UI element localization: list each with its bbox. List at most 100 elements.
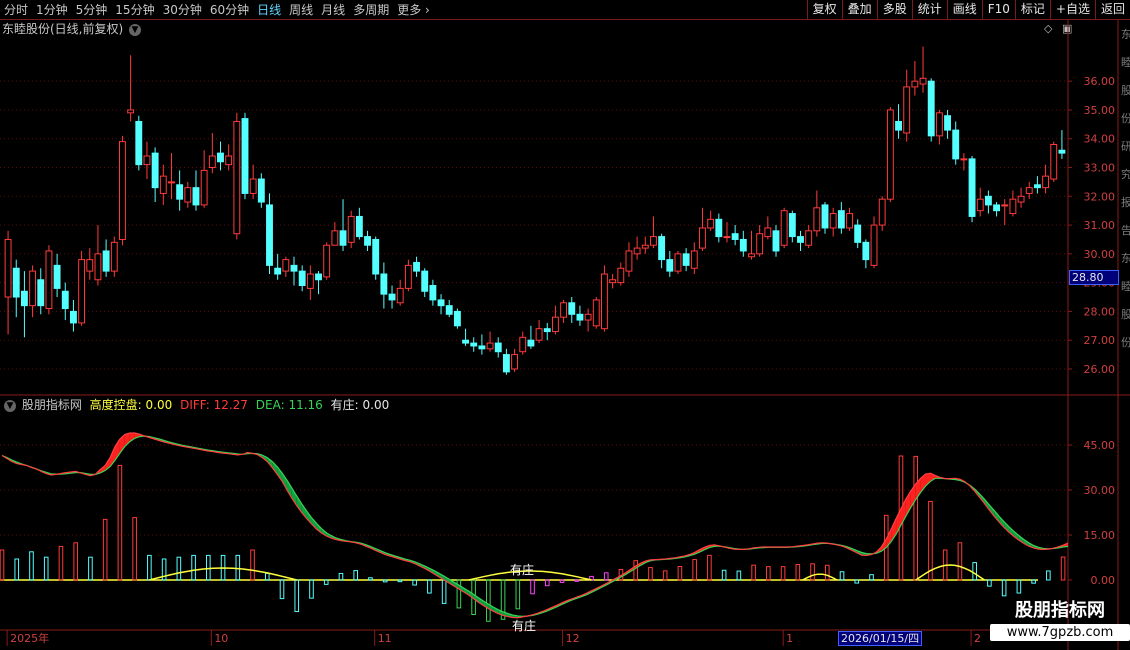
indicator-histogram-bar [147,554,152,581]
candle-up [200,169,208,206]
candle-down [388,293,396,301]
candle-up [650,236,657,246]
side-panel-text: 睦 [1121,56,1130,69]
candle-up [168,181,175,184]
indicator-histogram-bar [780,566,786,581]
indicator-histogram-bar [530,579,535,595]
indicator-histogram-bar [235,554,241,581]
indicator-histogram-bar [766,566,771,581]
candle-down [682,253,690,266]
candle-down [445,305,453,315]
candle-down [339,230,347,246]
candle-down [257,178,265,203]
indicator-histogram-bar [0,549,5,581]
indicator-histogram-bar [677,566,683,581]
candle-up [846,213,853,229]
candle-up [486,342,494,350]
stock-chart[interactable]: 26.0027.0028.0029.0030.0031.0032.0033.00… [0,0,1130,650]
candle-down [666,259,674,272]
candle-down [355,215,363,238]
side-panel-text: 股 [1121,308,1130,321]
youzhuang-annotation-lower: 有庄 [512,618,536,633]
indicator-histogram-bar [928,500,933,581]
candle-down [453,310,461,327]
side-panel-text: 研 [1121,140,1130,153]
candle-up [805,230,813,246]
indicator-histogram-bar [412,579,417,586]
candle-down [37,279,45,307]
indicator-histogram-bar [176,556,182,581]
candle-down [192,187,200,206]
candle-up [45,250,53,310]
candle-up [233,120,241,235]
candle-up [764,227,772,238]
youzhuang-annotation-upper: 有庄 [510,562,534,577]
candle-up [119,141,126,240]
candle-down [968,158,976,217]
candle-down [298,270,306,287]
candle-down [568,302,576,315]
indicator-histogram-bar [633,560,639,581]
candle-down [151,152,159,189]
candle-down [797,236,804,243]
date-label: 11 [378,632,392,645]
candle-down [413,261,420,272]
candle-down [576,313,584,321]
date-label: 12 [566,632,580,645]
candle-down [927,80,935,137]
candle-up [29,270,37,307]
candle-up [592,299,600,327]
candle-up [903,86,911,134]
candle-up [225,155,233,166]
candle-up [404,264,412,289]
indicator-histogram-bar [132,517,137,581]
candle-up [1025,187,1033,194]
candle-up [1050,143,1058,180]
candle-up [584,313,592,321]
candle-down [290,264,298,272]
side-panel-text: 东 [1121,28,1130,41]
candle-down [895,120,902,131]
indicator-histogram-bar [117,464,123,581]
indicator-histogram-bar [338,572,344,581]
indicator-histogram-bar [957,542,963,581]
indicator-tick-label: 15.00 [1084,529,1116,542]
candle-down [821,204,829,229]
current-price-badge: 28.80 [1069,270,1119,285]
candle-down [102,250,110,272]
cursor-date-badge: 2026/01/15/四 [838,631,923,646]
indicator-histogram-bar [824,564,830,581]
price-tick-label: 34.00 [1084,133,1116,146]
indicator-histogram-bar [353,570,358,581]
indicator-histogram-bar [14,558,20,581]
candle-down [241,118,249,194]
candle-up [756,233,764,255]
candle-up [519,336,527,353]
candle-down [462,339,470,344]
diff-below-dea-band [286,480,292,499]
indicator-histogram-bar [721,569,727,581]
candle-down [772,230,780,252]
control-line [802,573,838,581]
watermark-url: www.7gpzb.com [990,624,1130,641]
candle-up [780,210,788,246]
candle-up [159,175,167,194]
candle-up [535,328,543,341]
candle-up [323,244,331,278]
candle-up [829,213,837,229]
candle-down [470,342,478,347]
indicator-histogram-bar [987,579,992,587]
candle-down [61,290,69,310]
indicator-histogram-bar [43,556,49,581]
candle-down [715,218,723,238]
indicator-histogram-bar [1016,579,1022,594]
indicator-histogram-bar [309,579,314,599]
dea-line [1,435,1069,617]
candle-up [1042,175,1050,189]
indicator-histogram-bar [515,579,521,610]
candle-up [911,80,919,88]
indicator-histogram-bar [972,562,977,581]
candle-up [919,77,927,85]
candle-up [641,244,649,249]
price-tick-label: 26.00 [1084,363,1116,376]
